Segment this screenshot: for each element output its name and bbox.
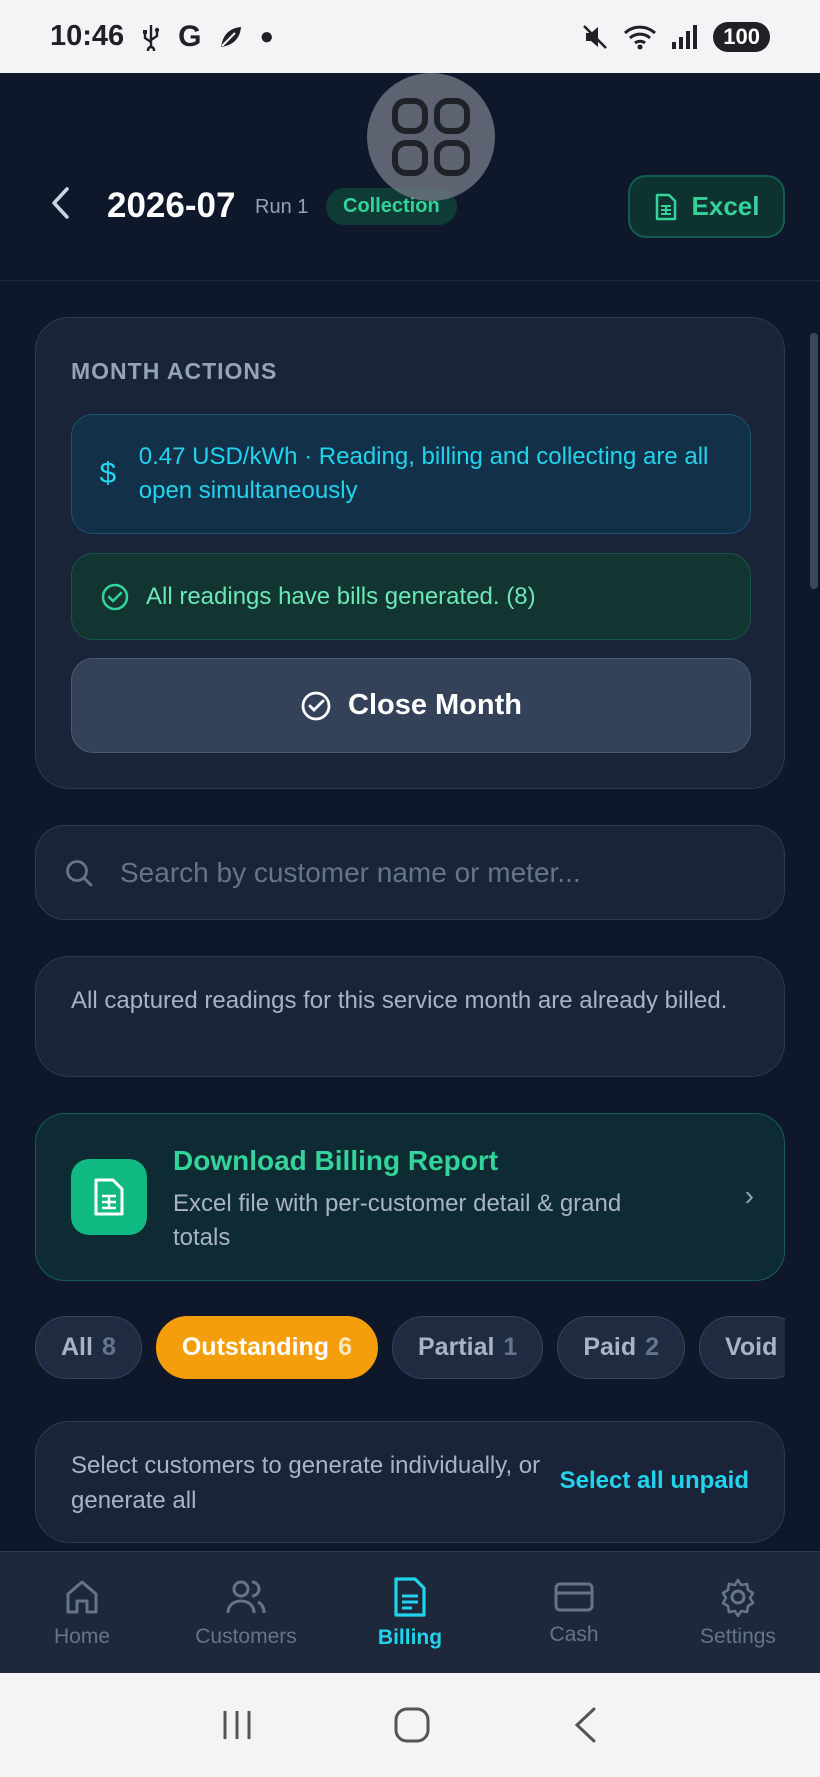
- filter-chip-paid[interactable]: Paid 2: [557, 1316, 686, 1379]
- leaf-icon: [220, 26, 241, 47]
- rate-text: 0.47 USD/kWh · Reading, billing and coll…: [138, 443, 709, 504]
- bottom-navigation: Home Customers Billing Cash Settings: [0, 1551, 820, 1673]
- selection-card: Select customers to generate individuall…: [35, 1421, 785, 1543]
- scrollbar-thumb[interactable]: [810, 333, 818, 589]
- excel-export-button[interactable]: Excel: [628, 175, 785, 238]
- spreadsheet-icon: [94, 1178, 124, 1216]
- nav-item-home[interactable]: Home: [0, 1552, 164, 1673]
- chevron-left-icon: [52, 187, 69, 219]
- floating-launcher-button[interactable]: [367, 73, 495, 201]
- system-navigation-bar: [0, 1673, 820, 1777]
- nav-item-settings[interactable]: Settings: [656, 1552, 820, 1673]
- dollar-icon: $: [99, 457, 117, 490]
- check-circle-icon: [301, 691, 331, 720]
- search-box[interactable]: [35, 825, 785, 920]
- section-title: MONTH ACTIONS: [71, 358, 278, 384]
- spreadsheet-icon: [655, 193, 676, 220]
- filter-chip-partial[interactable]: Partial 1: [391, 1316, 544, 1379]
- check-circle-icon: [101, 583, 129, 610]
- status-time: 10:46: [50, 20, 125, 52]
- nav-item-cash[interactable]: Cash: [492, 1552, 656, 1673]
- billing-info-card: All captured readings for this service m…: [35, 956, 785, 1077]
- battery-indicator: 100: [713, 21, 770, 52]
- info-text: All captured readings for this service m…: [71, 987, 728, 1014]
- selection-hint: Select customers to generate individuall…: [71, 1452, 541, 1514]
- status-bar: 10:46 G ● 100: [0, 0, 820, 73]
- report-icon: [71, 1159, 147, 1235]
- status-filter-chips: All 8 Outstanding 6 Partial 1 Paid 2 Void: [35, 1316, 785, 1380]
- close-month-button[interactable]: Close Month: [71, 658, 751, 753]
- card-icon: [554, 1582, 594, 1611]
- recent-apps-icon[interactable]: [220, 1708, 254, 1742]
- gear-icon: [721, 1578, 755, 1617]
- home-icon: [66, 1580, 98, 1613]
- search-input[interactable]: [120, 856, 756, 889]
- nav-item-customers[interactable]: Customers: [164, 1552, 328, 1673]
- filter-chip-outstanding[interactable]: Outstanding 6: [155, 1316, 378, 1379]
- back-button[interactable]: [40, 183, 80, 223]
- report-title: Download Billing Report: [173, 1145, 499, 1176]
- dot-icon: ●: [259, 22, 275, 50]
- rate-banner: $ 0.47 USD/kWh · Reading, billing and co…: [71, 414, 751, 534]
- search-icon: [66, 859, 93, 886]
- filter-chip-all[interactable]: All 8: [35, 1316, 142, 1379]
- excel-button-label: Excel: [691, 191, 760, 221]
- month-actions-card: MONTH ACTIONS $ 0.47 USD/kWh · Reading, …: [35, 317, 785, 789]
- usb-icon: [143, 24, 160, 51]
- wifi-icon: [624, 25, 657, 49]
- google-icon: G: [178, 19, 202, 53]
- run-label: Run 1: [255, 196, 309, 218]
- report-description: Excel file with per-customer detail & gr…: [173, 1190, 622, 1251]
- system-back-icon[interactable]: [570, 1706, 600, 1744]
- document-icon: [394, 1576, 426, 1617]
- signal-icon: [672, 24, 698, 49]
- download-report-card[interactable]: Download Billing Report Excel file with …: [35, 1113, 785, 1281]
- select-all-unpaid-link[interactable]: Select all unpaid: [560, 1467, 749, 1495]
- bills-generated-text: All readings have bills generated. (8): [146, 582, 536, 610]
- filter-chip-void[interactable]: Void: [699, 1316, 785, 1379]
- bills-generated-banner: All readings have bills generated. (8): [71, 553, 751, 640]
- mute-icon: [583, 24, 608, 49]
- nav-item-billing[interactable]: Billing: [328, 1552, 492, 1673]
- page-title: 2026-07: [107, 186, 236, 225]
- grid-icon: [392, 98, 470, 176]
- home-button-icon[interactable]: [393, 1706, 431, 1744]
- chevron-right-icon: ›: [744, 1180, 754, 1211]
- users-icon: [226, 1580, 266, 1613]
- close-month-label: Close Month: [348, 689, 522, 721]
